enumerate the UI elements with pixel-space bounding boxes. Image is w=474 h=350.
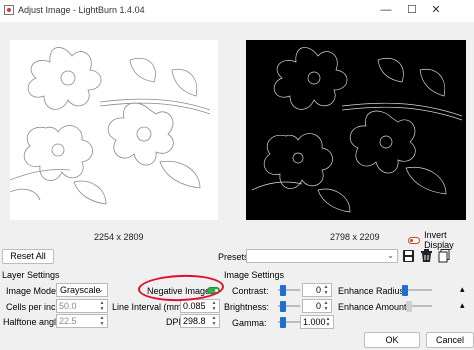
copy-preset-button[interactable] — [438, 249, 451, 263]
chevron-down-icon: ⌄ — [97, 285, 104, 294]
enhance-amount-stepper[interactable]: ▴ — [460, 300, 465, 311]
gamma-value: 1.000 — [303, 317, 326, 327]
gamma-slider-handle[interactable] — [280, 317, 286, 328]
processed-dimensions: 2798 x 2209 — [330, 232, 380, 242]
spinner-arrows-icon[interactable]: ▲ ▼ — [210, 300, 218, 312]
minimize-button[interactable]: — — [378, 3, 394, 17]
halftone-angle-value: 22.5 — [59, 316, 77, 326]
cells-per-inch-value: 50.0 — [59, 301, 77, 311]
spinner-arrows-icon[interactable]: ▲ ▼ — [324, 316, 332, 328]
brightness-input[interactable]: 0 ▲ ▼ — [302, 299, 332, 313]
chevron-down-icon: ⌄ — [387, 251, 394, 260]
contrast-slider[interactable] — [278, 283, 300, 297]
original-image-preview — [10, 40, 218, 220]
contrast-input[interactable]: 0 ▲ ▼ — [302, 283, 332, 297]
line-interval-input[interactable]: 0.085 ▲ ▼ — [180, 299, 220, 313]
dpi-label: DPI — [166, 317, 182, 327]
cells-per-inch-label: Cells per inch — [6, 302, 61, 312]
enhance-radius-slider[interactable] — [402, 283, 432, 297]
gamma-label: Gamma: — [232, 318, 267, 328]
brightness-slider[interactable] — [278, 299, 300, 313]
line-interval-label: Line Interval (mm) — [112, 302, 185, 312]
invert-display-label: Invert Display — [424, 230, 454, 250]
reset-all-button[interactable]: Reset All — [2, 249, 54, 264]
negative-image-label: Negative Image — [147, 286, 211, 296]
presets-label: Presets — [218, 252, 249, 262]
brightness-value: 0 — [315, 301, 321, 311]
gamma-input[interactable]: 1.000 ▲ ▼ — [300, 315, 334, 329]
original-dimensions: 2254 x 2809 — [94, 232, 144, 242]
enhance-radius-slider-handle[interactable] — [402, 285, 408, 296]
delete-icon — [421, 249, 432, 262]
delete-preset-button[interactable] — [420, 249, 433, 263]
gamma-slider[interactable] — [278, 315, 300, 329]
image-mode-dropdown[interactable]: Grayscale ⌄ — [56, 283, 108, 297]
cancel-button[interactable]: Cancel — [426, 332, 474, 348]
enhance-radius-label: Enhance Radius: — [338, 286, 407, 296]
halftone-angle-label: Halftone angle — [3, 317, 62, 327]
contrast-value: 0 — [315, 285, 321, 295]
brightness-label: Brightness: — [224, 302, 270, 312]
image-mode-value: Grayscale — [60, 285, 101, 295]
negative-image-switch[interactable] — [207, 287, 220, 294]
spinner-arrows-icon[interactable]: ▲ ▼ — [322, 284, 330, 296]
spinner-arrows-icon[interactable]: ▲ ▼ — [98, 300, 106, 312]
brightness-slider-handle[interactable] — [280, 301, 286, 312]
lightburn-app-icon — [4, 5, 14, 15]
contrast-slider-handle[interactable] — [280, 285, 286, 296]
dpi-value: 298.8 — [183, 316, 206, 326]
maximize-button[interactable]: ☐ — [404, 3, 420, 17]
line-interval-value: 0.085 — [183, 301, 206, 311]
copy-icon — [438, 249, 450, 263]
spinner-arrows-icon[interactable]: ▲ ▼ — [98, 315, 106, 327]
invert-display-toggle[interactable]: Invert Display — [408, 230, 474, 250]
halftone-angle-input[interactable]: 22.5 ▲ ▼ — [56, 314, 108, 328]
image-settings-title: Image Settings — [224, 270, 285, 280]
save-preset-button[interactable] — [402, 249, 415, 263]
save-icon — [403, 250, 414, 262]
layer-settings-title: Layer Settings — [2, 270, 60, 280]
ok-button[interactable]: OK — [364, 332, 420, 348]
enhance-amount-slider[interactable] — [406, 299, 432, 313]
enhance-radius-stepper[interactable]: ▴ — [460, 284, 465, 295]
dpi-input[interactable]: 298.8 ▲ ▼ — [180, 314, 220, 328]
flower-line-art-original — [10, 40, 218, 220]
cells-per-inch-input[interactable]: 50.0 ▲ ▼ — [56, 299, 108, 313]
enhance-amount-slider-handle[interactable] — [406, 301, 412, 312]
contrast-label: Contrast: — [232, 286, 269, 296]
flower-line-art-negative — [246, 40, 466, 220]
image-mode-label: Image Mode: — [6, 286, 59, 296]
presets-dropdown[interactable]: ⌄ — [246, 249, 398, 263]
processed-image-preview — [246, 40, 466, 220]
close-button[interactable]: ✕ — [428, 3, 444, 17]
enhance-amount-label: Enhance Amount: — [338, 302, 410, 312]
window-title: Adjust Image - LightBurn 1.4.04 — [18, 5, 145, 15]
title-bar: Adjust Image - LightBurn 1.4.04 — ☐ ✕ — [0, 0, 474, 22]
invert-display-switch[interactable] — [408, 236, 421, 244]
spinner-arrows-icon[interactable]: ▲ ▼ — [322, 300, 330, 312]
spinner-arrows-icon[interactable]: ▲ ▼ — [210, 315, 218, 327]
